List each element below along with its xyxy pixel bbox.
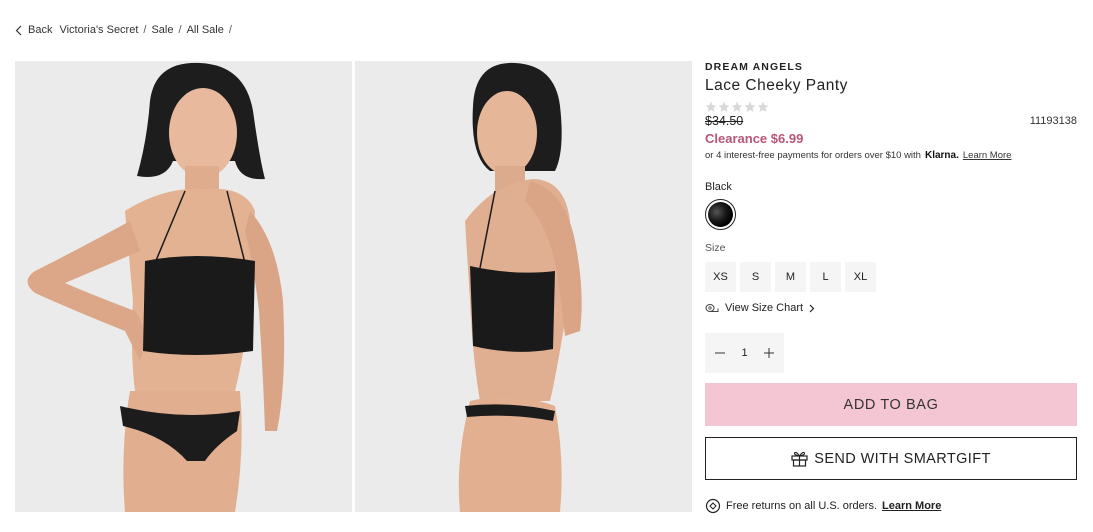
breadcrumb-item-all-sale[interactable]: All Sale [187, 24, 224, 36]
breadcrumb-separator: / [228, 24, 232, 36]
size-option-s[interactable]: S [740, 262, 771, 292]
size-option-l[interactable]: L [810, 262, 841, 292]
product-title: Lace Cheeky Panty [705, 77, 848, 94]
breadcrumb-item-brand[interactable]: Victoria's Secret [59, 24, 138, 36]
quantity-value[interactable]: 1 [741, 347, 747, 359]
size-label: Size [705, 242, 726, 254]
star-icon [757, 101, 769, 112]
chevron-right-icon [809, 304, 815, 312]
breadcrumb-separator: / [143, 24, 147, 36]
product-sku: 11193138 [1029, 115, 1077, 127]
star-icon [744, 101, 756, 112]
gift-icon [791, 451, 808, 467]
size-option-xs[interactable]: XS [705, 262, 736, 292]
clearance-price: Clearance $6.99 [705, 131, 804, 146]
model-front-illustration [15, 61, 352, 512]
breadcrumb: Back Victoria's Secret / Sale / All Sale… [15, 24, 237, 36]
chevron-left-icon [15, 25, 22, 35]
increase-quantity-button[interactable] [764, 345, 774, 361]
star-icon [705, 101, 717, 112]
selected-color-label: Black [705, 181, 732, 193]
klarna-logo: Klarna. [924, 150, 959, 161]
back-label: Back [28, 24, 53, 36]
back-link[interactable]: Back [15, 24, 52, 36]
product-image-back[interactable] [355, 61, 692, 512]
swatch-fill [708, 202, 733, 227]
rating-stars[interactable] [705, 101, 1077, 114]
returns-text: Free returns on all U.S. orders. [726, 500, 878, 512]
product-info: DREAM ANGELS Lace Cheeky Panty $34.50 11… [705, 61, 1077, 514]
view-size-chart-link[interactable]: View Size Chart [705, 302, 1077, 314]
product-brand[interactable]: DREAM ANGELS [705, 61, 1077, 73]
color-swatch-black[interactable] [705, 199, 736, 230]
product-image-front[interactable] [15, 61, 352, 512]
size-option-xl[interactable]: XL [845, 262, 876, 292]
returns-learn-more-link[interactable]: Learn More [882, 500, 941, 512]
klarna-text: or 4 interest-free payments for orders o… [705, 150, 921, 161]
quantity-stepper: 1 [705, 333, 784, 373]
size-option-m[interactable]: M [775, 262, 806, 292]
star-icon [718, 101, 730, 112]
plus-icon [764, 348, 774, 358]
size-selector: XS S M L XL [705, 262, 1077, 292]
free-returns-notice: Free returns on all U.S. orders. Learn M… [705, 498, 1077, 514]
model-back-illustration [355, 61, 692, 512]
size-chart-label: View Size Chart [725, 302, 804, 314]
smartgift-label: SEND WITH SMARTGIFT [814, 450, 991, 467]
star-icon [731, 101, 743, 112]
decrease-quantity-button[interactable] [715, 345, 725, 361]
price-row: $34.50 11193138 [705, 114, 1077, 128]
product-gallery [15, 61, 692, 512]
minus-icon [715, 352, 725, 354]
breadcrumb-separator: / [178, 24, 182, 36]
add-to-bag-button[interactable]: ADD TO BAG [705, 383, 1077, 426]
returns-icon [705, 498, 721, 514]
tape-measure-icon [705, 304, 719, 312]
original-price: $34.50 [705, 114, 744, 128]
klarna-learn-more-link[interactable]: Learn More [963, 150, 1012, 161]
breadcrumb-item-sale[interactable]: Sale [151, 24, 173, 36]
klarna-installments: or 4 interest-free payments for orders o… [705, 150, 1077, 161]
send-with-smartgift-button[interactable]: SEND WITH SMARTGIFT [705, 437, 1077, 480]
